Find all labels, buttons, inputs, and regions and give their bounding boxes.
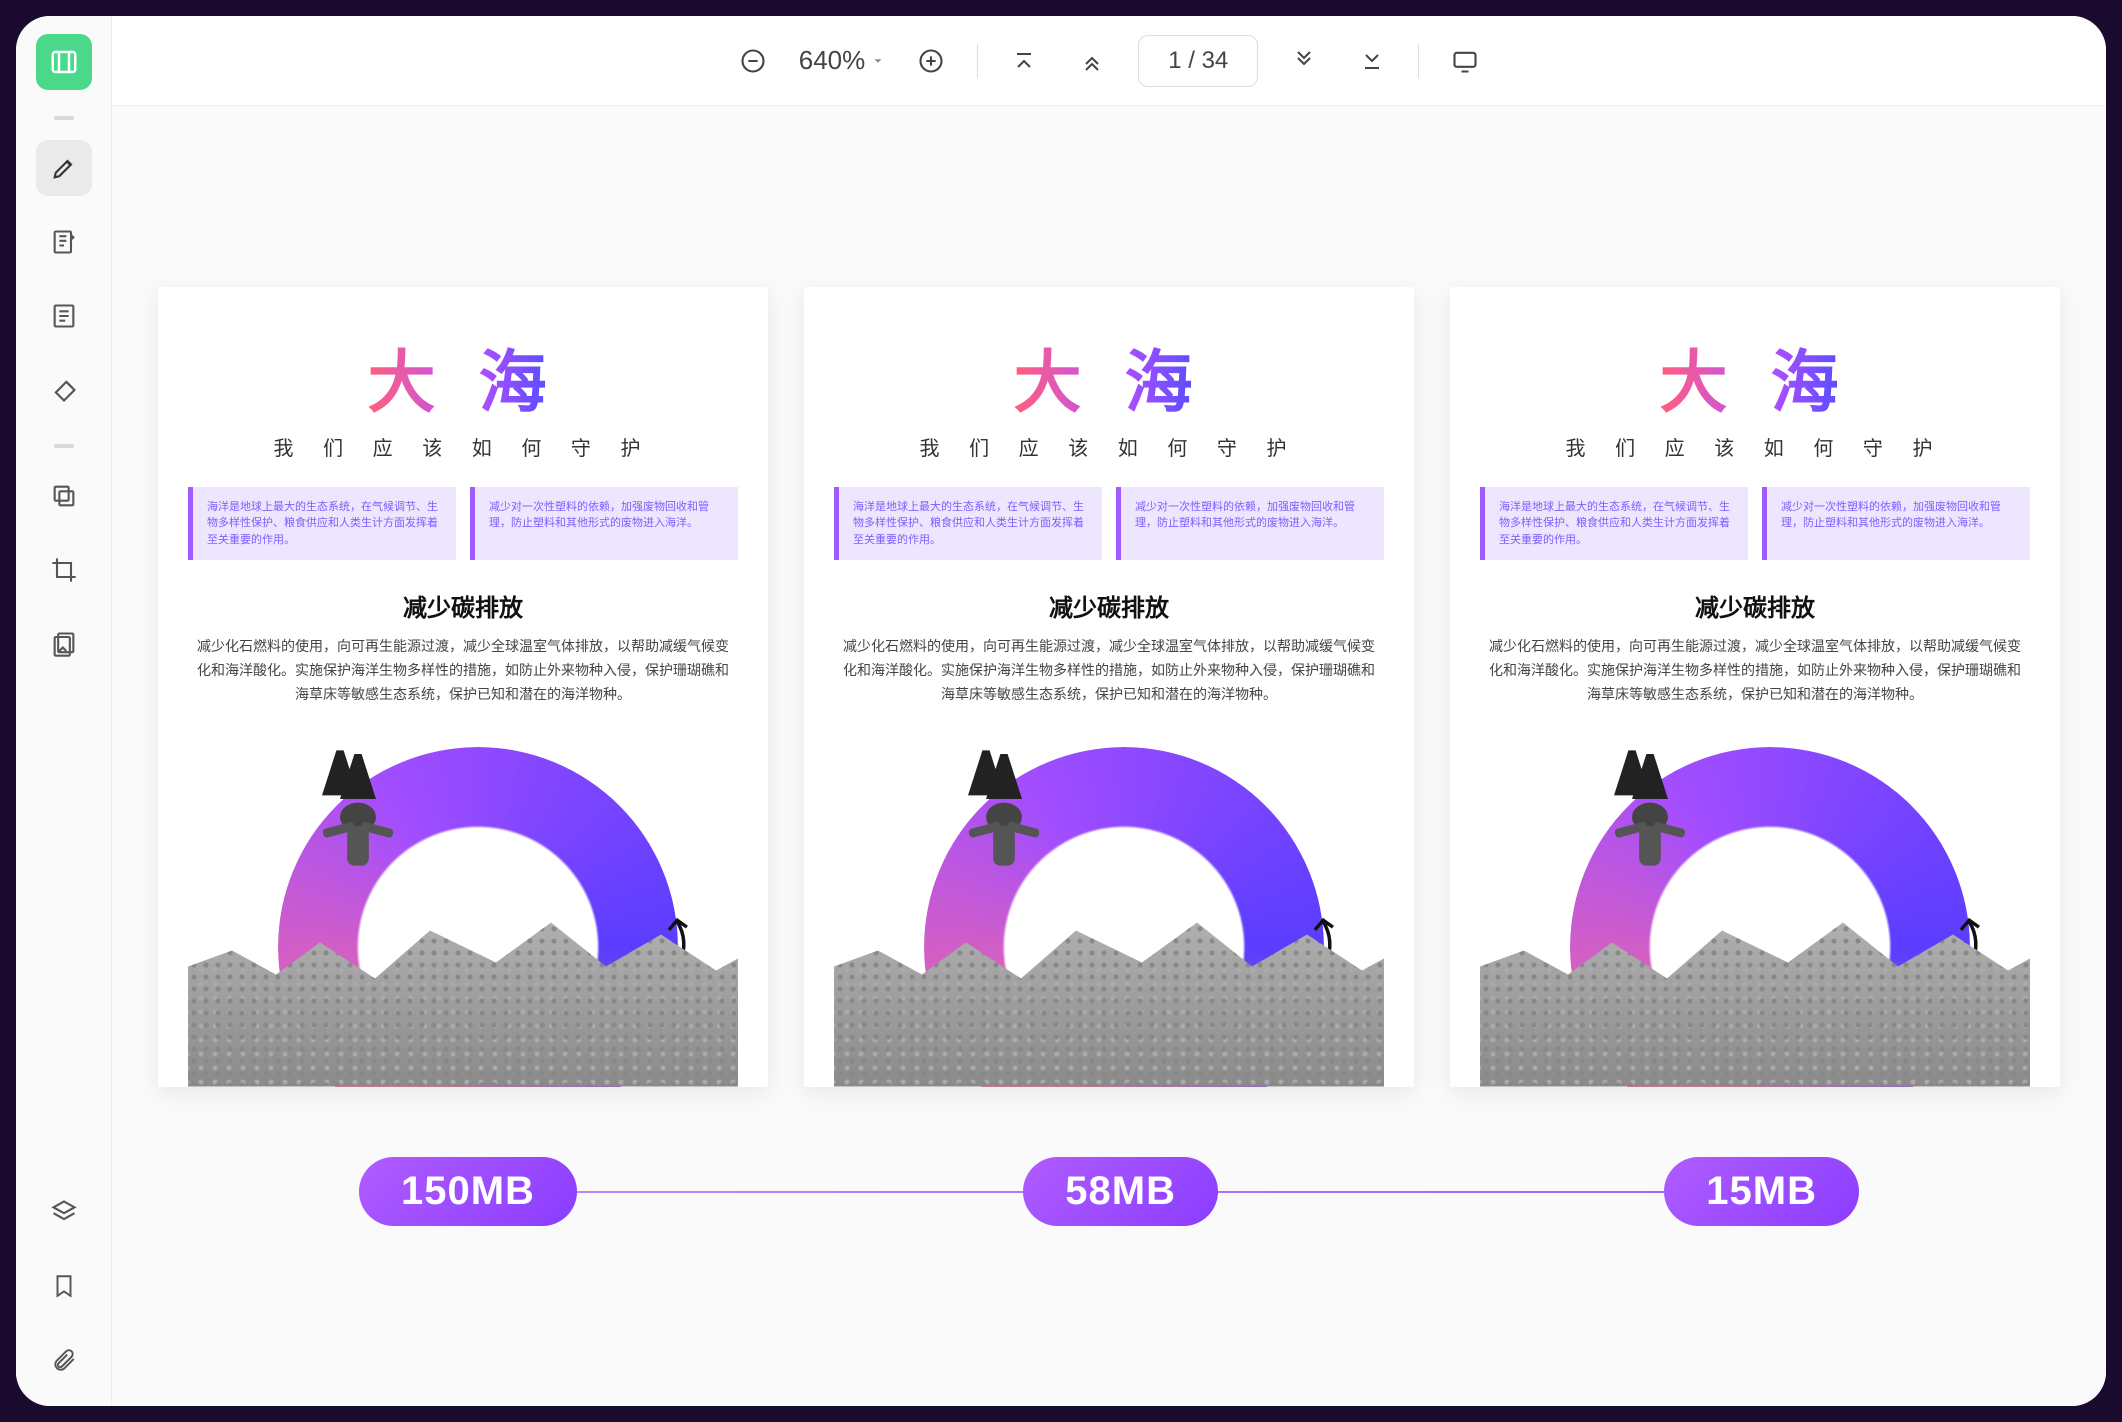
separator [54,116,74,120]
doc-subtitle: 我 们 应 该 如 何 守 护 [1566,432,1945,461]
zoom-out-button[interactable] [731,39,775,83]
document-preview[interactable]: 大 海 我 们 应 该 如 何 守 护 海洋是地球上最大的生态系统，在气候调节、… [158,287,768,1087]
doc-info-box: 海洋是地球上最大的生态系统，在气候调节、生物多样性保护、粮食供应和人类生计方面发… [1480,487,1748,561]
app-logo-icon[interactable] [36,34,92,90]
documents-row: 大 海 我 们 应 该 如 何 守 护 海洋是地球上最大的生态系统，在气候调节、… [158,287,2060,1087]
doc-title: 大 海 [368,327,559,426]
page-indicator-text: 1 / 34 [1168,47,1228,75]
toolbar-divider [977,44,978,78]
doc-heading: 减少碳排放 [1049,588,1169,623]
zoom-in-button[interactable] [909,39,953,83]
doc-info-box: 海洋是地球上最大的生态系统，在气候调节、生物多样性保护、粮食供应和人类生计方面发… [188,487,456,561]
separator [54,444,74,448]
pages-tool-icon[interactable] [36,616,92,672]
first-page-button[interactable] [1002,39,1046,83]
diver-icon [914,736,1094,916]
doc-heading: 减少碳排放 [403,588,523,623]
app-window: 640% 1 / 34 [16,16,2106,1406]
present-button[interactable] [1443,39,1487,83]
size-badge: 58MB [1023,1157,1218,1226]
top-toolbar: 640% 1 / 34 [112,16,2106,106]
dropdown-caret-icon [871,54,885,68]
doc-info-box: 减少对一次性塑料的依赖，加强废物回收和管理，防止塑料和其他形式的废物进入海洋。 [1762,487,2030,561]
highlighter-tool-icon[interactable] [36,140,92,196]
fill-tool-icon[interactable] [36,362,92,418]
doc-subtitle: 我 们 应 该 如 何 守 护 [274,432,653,461]
zoom-value: 640% [799,45,866,76]
size-badge: 15MB [1664,1157,1859,1226]
doc-info-box: 减少对一次性塑料的依赖，加强废物回收和管理，防止塑料和其他形式的废物进入海洋。 [470,487,738,561]
doc-title: 大 海 [1014,327,1205,426]
diver-icon [1560,736,1740,916]
zoom-level[interactable]: 640% [799,45,886,76]
doc-info-box: 减少对一次性塑料的依赖，加强废物回收和管理，防止塑料和其他形式的废物进入海洋。 [1116,487,1384,561]
main-area: 640% 1 / 34 [112,16,2106,1406]
layers-icon[interactable] [36,1184,92,1240]
size-badges-row: 150MB 58MB 15MB [359,1157,1859,1226]
attachment-icon[interactable] [36,1332,92,1388]
doc-paragraph: 减少化石燃料的使用，向可再生能源过渡，减少全球温室气体排放，以帮助减缓气候变化和… [188,635,738,706]
last-page-button[interactable] [1350,39,1394,83]
toolbar-divider [1418,44,1419,78]
doc-illustration [188,726,738,1086]
diver-icon [268,736,448,916]
size-badge: 150MB [359,1157,577,1226]
document-preview[interactable]: 大 海 我 们 应 该 如 何 守 护 海洋是地球上最大的生态系统，在气候调节、… [1450,287,2060,1087]
canvas[interactable]: 大 海 我 们 应 该 如 何 守 护 海洋是地球上最大的生态系统，在气候调节、… [112,106,2106,1406]
bookmark-icon[interactable] [36,1258,92,1314]
page-indicator[interactable]: 1 / 34 [1138,35,1258,87]
outline-tool-icon[interactable] [36,288,92,344]
doc-heading: 减少碳排放 [1695,588,1815,623]
prev-page-button[interactable] [1070,39,1114,83]
sidebar [16,16,112,1406]
document-preview[interactable]: 大 海 我 们 应 该 如 何 守 护 海洋是地球上最大的生态系统，在气候调节、… [804,287,1414,1087]
doc-paragraph: 减少化石燃料的使用，向可再生能源过渡，减少全球温室气体排放，以帮助减缓气候变化和… [1480,635,2030,706]
next-page-button[interactable] [1282,39,1326,83]
copy-tool-icon[interactable] [36,468,92,524]
annotate-tool-icon[interactable] [36,214,92,270]
doc-illustration [834,726,1384,1086]
doc-info-box: 海洋是地球上最大的生态系统，在气候调节、生物多样性保护、粮食供应和人类生计方面发… [834,487,1102,561]
crop-tool-icon[interactable] [36,542,92,598]
doc-title: 大 海 [1660,327,1851,426]
doc-illustration [1480,726,2030,1086]
doc-paragraph: 减少化石燃料的使用，向可再生能源过渡，减少全球温室气体排放，以帮助减缓气候变化和… [834,635,1384,706]
doc-subtitle: 我 们 应 该 如 何 守 护 [920,432,1299,461]
